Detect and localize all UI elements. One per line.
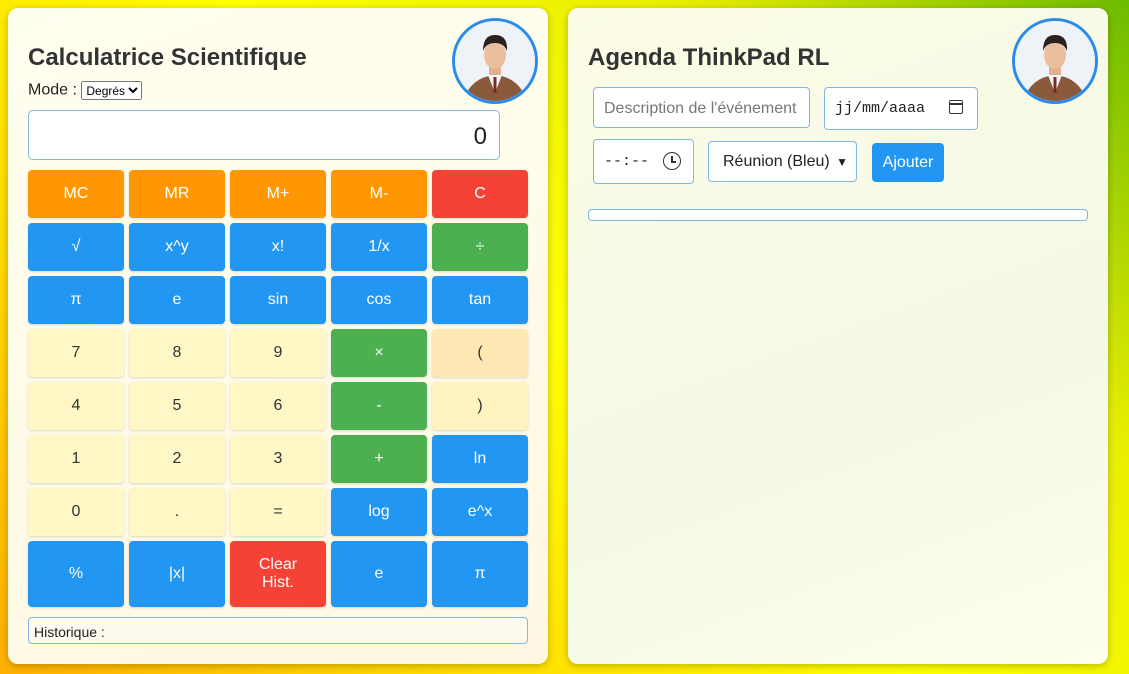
calculator-panel: Calculatrice Scientifique Mode : Degrés … <box>8 8 548 664</box>
event-date-input[interactable]: jj/mm/aaaa <box>824 87 978 130</box>
chevron-down-icon: ▼ <box>836 155 848 169</box>
calc-button[interactable]: x! <box>230 223 326 271</box>
category-value: Réunion (Bleu) <box>723 153 830 170</box>
history-box: Historique : <box>28 617 528 644</box>
calc-button[interactable]: 1/x <box>331 223 427 271</box>
mode-select[interactable]: Degrés <box>81 81 143 100</box>
time-placeholder: --:-- <box>604 153 650 170</box>
calc-button[interactable]: 9 <box>230 329 326 377</box>
calc-button[interactable]: ln <box>432 435 528 483</box>
event-time-input[interactable]: --:-- <box>593 139 694 184</box>
calculator-keypad: MC MR M+ M- C √ x^y x! 1/x ÷ π e sin cos tan 7 8 9 ×(4 5 6-)… <box>28 170 528 607</box>
calculator-display[interactable]: 0 <box>28 110 500 160</box>
calc-button[interactable]: π <box>28 276 124 324</box>
calculator-avatar <box>452 18 538 104</box>
calc-button[interactable]: tan <box>432 276 528 324</box>
agenda-title: Agenda ThinkPad RL <box>588 44 830 71</box>
calc-button[interactable]: x^y <box>129 223 225 271</box>
calc-button[interactable]: MC <box>28 170 124 218</box>
calc-button[interactable]: e <box>129 276 225 324</box>
calc-button[interactable]: sin <box>230 276 326 324</box>
calc-button[interactable]: 6 <box>230 382 326 430</box>
avatar-photo-icon <box>455 21 535 101</box>
calc-button[interactable]: + <box>331 435 427 483</box>
calc-button[interactable]: . <box>129 488 225 536</box>
mode-row: Mode : Degrés <box>28 81 143 100</box>
date-placeholder: jj/mm/aaaa <box>835 100 926 117</box>
history-label: Historique : <box>34 624 105 640</box>
calc-button[interactable]: = <box>230 488 326 536</box>
calc-button[interactable]: % <box>28 541 124 607</box>
clock-icon[interactable] <box>663 152 681 170</box>
event-list <box>588 209 1088 221</box>
calc-button[interactable]: log <box>331 488 427 536</box>
agenda-avatar <box>1012 18 1098 104</box>
event-description-input[interactable]: Description de l'événement <box>593 87 810 128</box>
add-event-button[interactable]: Ajouter <box>872 143 944 182</box>
calculator-title: Calculatrice Scientifique <box>28 44 307 71</box>
calc-button[interactable]: e^x <box>432 488 528 536</box>
calc-button[interactable]: |x| <box>129 541 225 607</box>
calc-button[interactable]: C <box>432 170 528 218</box>
calc-button[interactable]: ( <box>432 329 528 377</box>
calc-button[interactable]: 8 <box>129 329 225 377</box>
calc-button[interactable]: ÷ <box>432 223 528 271</box>
calc-button[interactable]: π <box>432 541 528 607</box>
calc-button[interactable]: cos <box>331 276 427 324</box>
calc-button[interactable]: √ <box>28 223 124 271</box>
calc-button[interactable]: 3 <box>230 435 326 483</box>
calc-button[interactable]: 2 <box>129 435 225 483</box>
calc-button[interactable]: 7 <box>28 329 124 377</box>
mode-label: Mode : <box>28 81 77 99</box>
calc-button[interactable]: M- <box>331 170 427 218</box>
calc-button[interactable]: 5 <box>129 382 225 430</box>
calendar-icon[interactable] <box>949 100 963 114</box>
event-category-select[interactable]: Réunion (Bleu) ▼ <box>708 141 857 182</box>
calc-button[interactable]: 1 <box>28 435 124 483</box>
calc-button[interactable]: e <box>331 541 427 607</box>
agenda-panel: Agenda ThinkPad RL Description de l'évén… <box>568 8 1108 664</box>
calc-button[interactable]: MR <box>129 170 225 218</box>
avatar-photo-icon <box>1015 21 1095 101</box>
calc-button[interactable]: × <box>331 329 427 377</box>
calc-button[interactable]: ) <box>432 382 528 430</box>
calc-button[interactable]: - <box>331 382 427 430</box>
calc-button[interactable]: M+ <box>230 170 326 218</box>
calc-button[interactable]: Clear Hist. <box>230 541 326 607</box>
calc-button[interactable]: 4 <box>28 382 124 430</box>
calc-button[interactable]: 0 <box>28 488 124 536</box>
